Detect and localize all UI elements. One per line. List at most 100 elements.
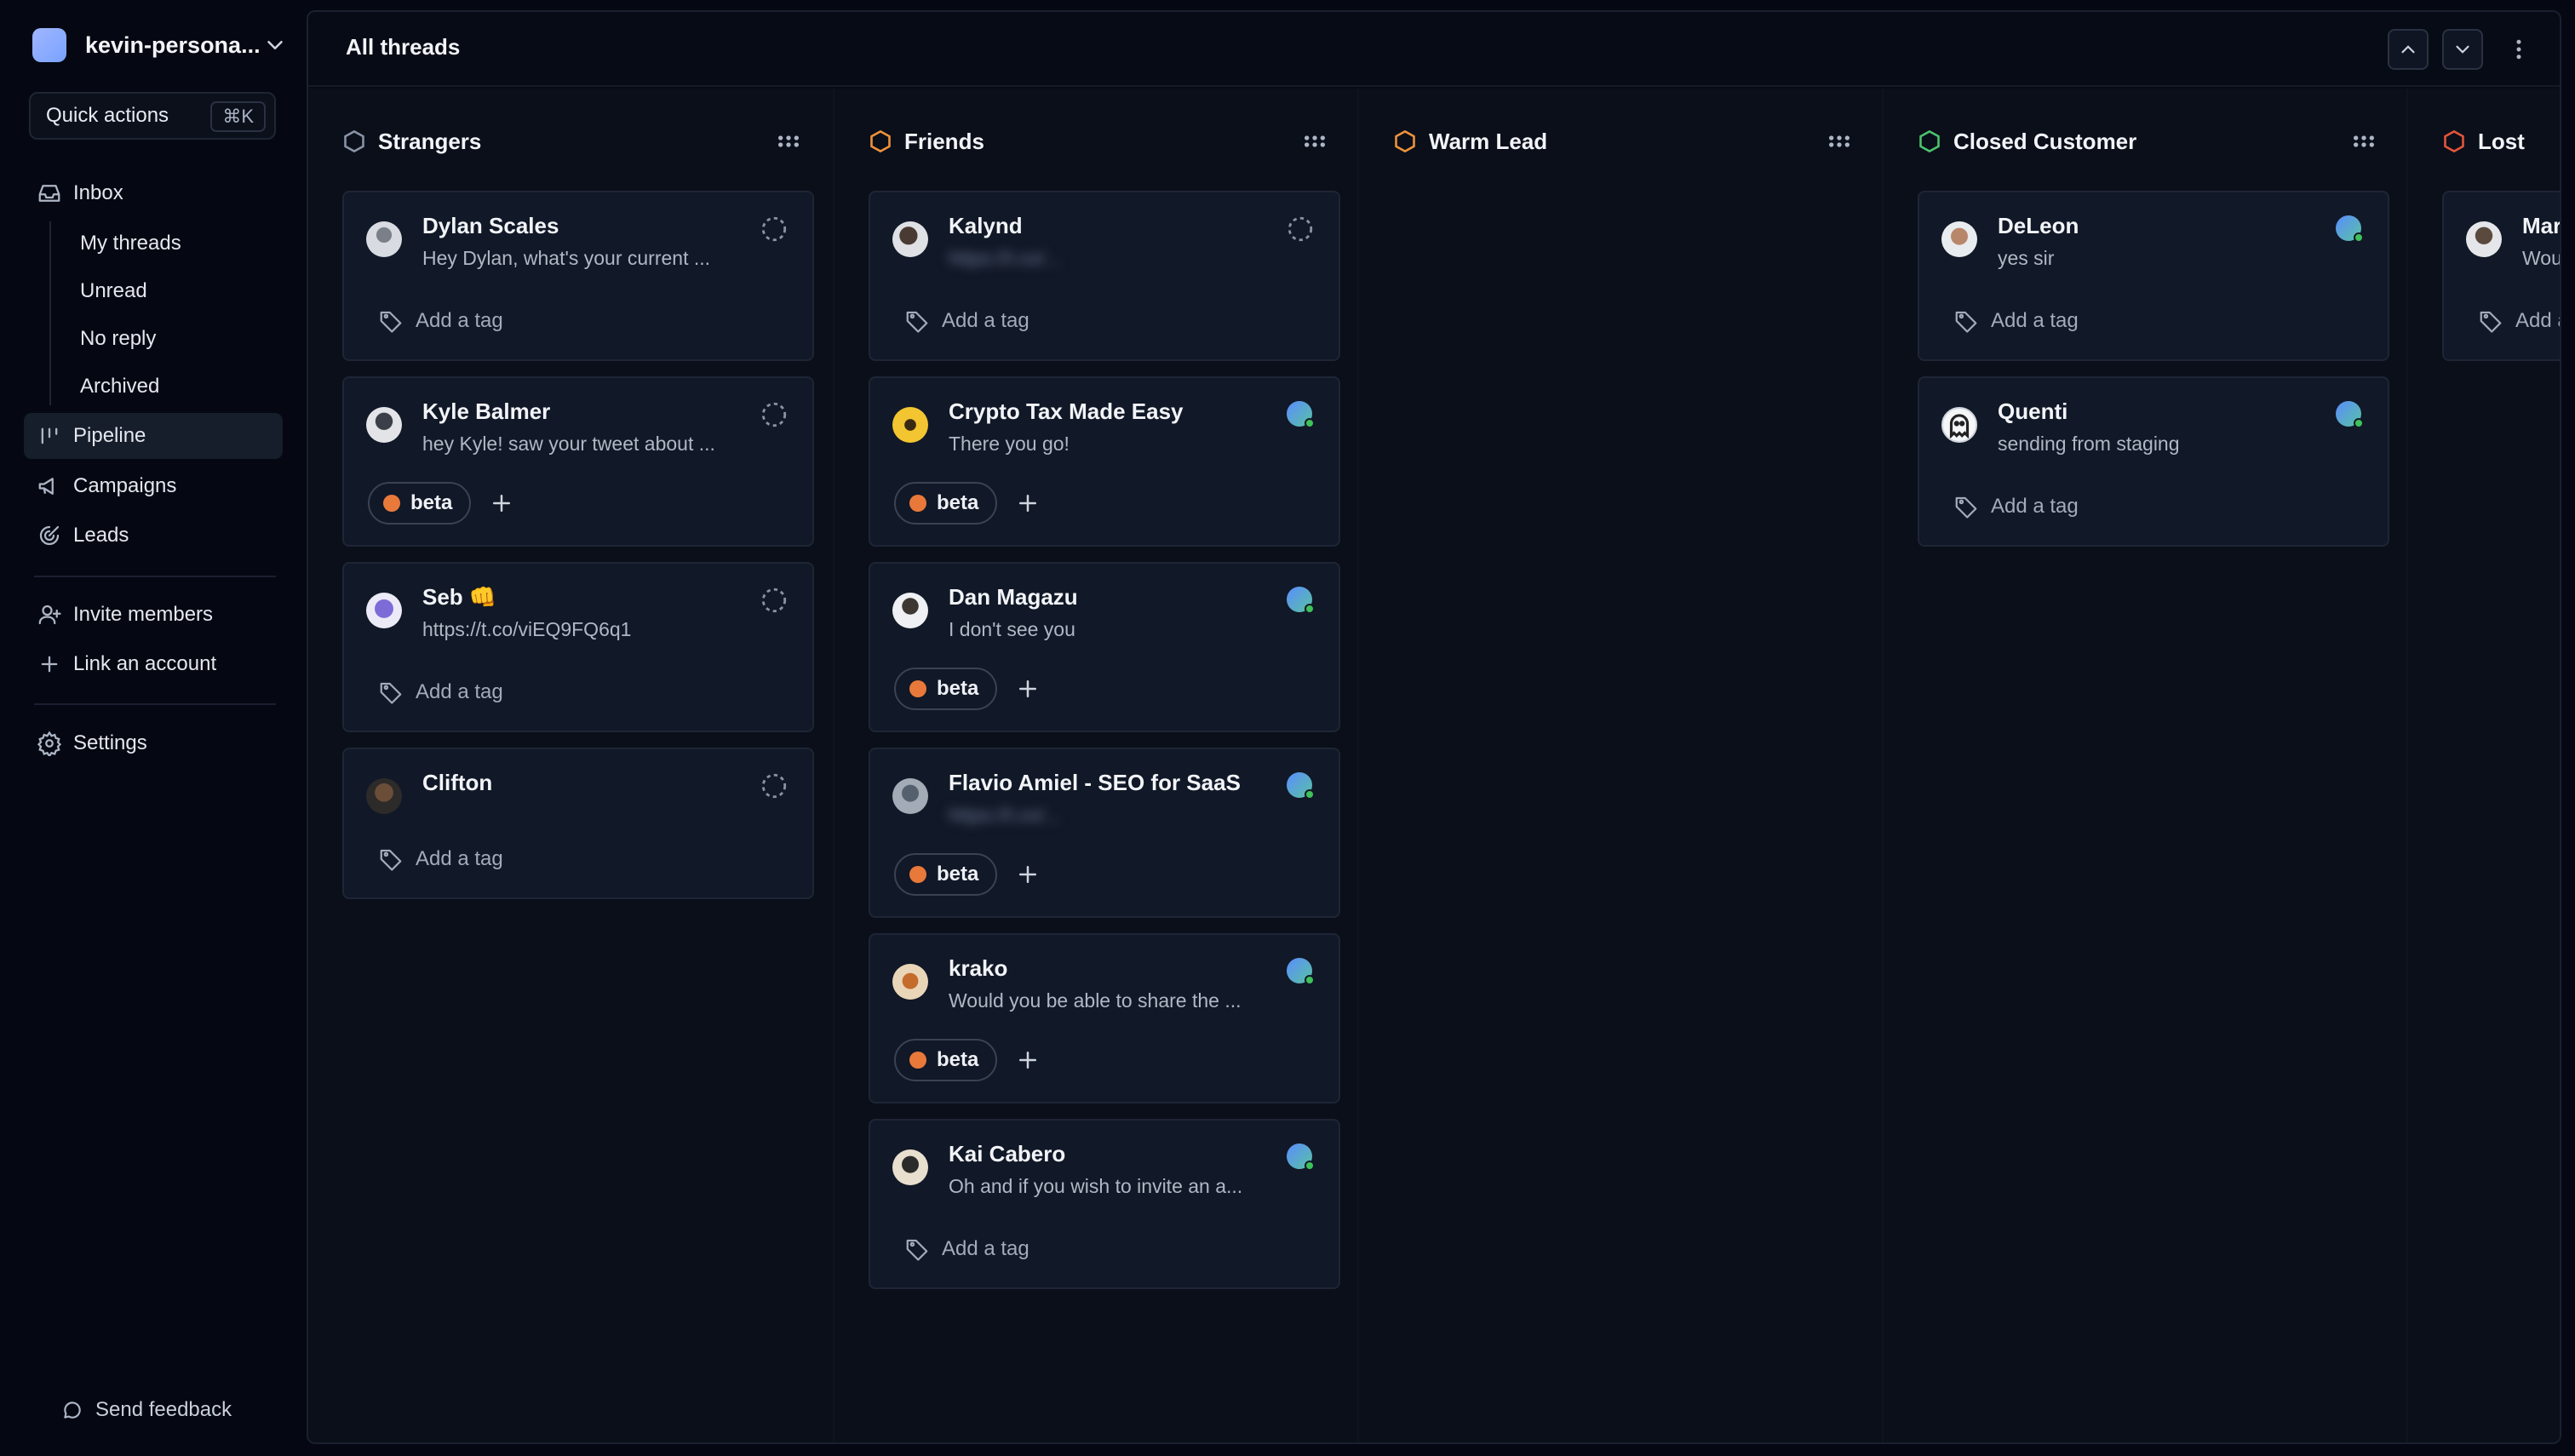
nav-my-threads[interactable]: My threads xyxy=(80,224,181,263)
thread-card[interactable]: Kyle Balmer hey Kyle! saw your tweet abo… xyxy=(342,376,814,547)
nav-leads-label: Leads xyxy=(73,524,129,547)
column-title: Warm Lead xyxy=(1429,128,1548,154)
account-avatar-icon xyxy=(1287,1144,1315,1171)
message-preview: Oh and if you wish to invite an a... xyxy=(949,1175,1243,1197)
message-preview: Hey Dylan, what's your current ... xyxy=(422,247,711,269)
thread-card[interactable]: Quenti sending from staging Add a tag xyxy=(1918,376,2389,547)
nav-unread[interactable]: Unread xyxy=(80,272,147,311)
add-tag-button[interactable]: Add a tag xyxy=(378,846,503,872)
tag-pill-beta[interactable]: beta xyxy=(894,1039,998,1081)
tag-pill-beta[interactable]: beta xyxy=(894,482,998,525)
tag-label: beta xyxy=(410,491,453,514)
thread-card[interactable]: DeLeon yes sir Add a tag xyxy=(1918,191,2389,361)
thread-card[interactable]: krako Would you be able to share the ...… xyxy=(869,933,1340,1103)
nav-archived[interactable]: Archived xyxy=(80,367,159,406)
avatar xyxy=(1941,221,1977,257)
send-feedback-button[interactable]: Send feedback xyxy=(61,1393,232,1427)
thread-card[interactable]: Kalynd https://t.co/... Add a tag xyxy=(869,191,1340,361)
account-avatar-icon xyxy=(2336,401,2364,428)
grip-dots-icon[interactable] xyxy=(1826,128,1853,155)
column-title: Closed Customer xyxy=(1953,128,2137,154)
nav-no-reply[interactable]: No reply xyxy=(80,319,156,358)
plus-icon[interactable] xyxy=(1015,676,1041,702)
plus-icon xyxy=(41,656,58,673)
thread-card[interactable]: Dan Magazu I don't see you beta xyxy=(869,562,1340,732)
message-preview: hey Kyle! saw your tweet about ... xyxy=(422,433,715,455)
grip-dots-icon[interactable] xyxy=(775,128,802,155)
pipeline-board: Strangers Dylan Scales Hey Dylan, what's… xyxy=(308,89,2560,1442)
status-circle-icon[interactable] xyxy=(760,400,789,429)
status-circle-icon[interactable] xyxy=(760,771,789,800)
thread-card[interactable]: Seb 👊 https://t.co/viEQ9FQ6q1 Add a tag xyxy=(342,562,814,732)
tag-dot xyxy=(909,866,926,883)
nav-inbox[interactable]: Inbox xyxy=(24,170,283,216)
message-preview: I don't see you xyxy=(949,618,1075,640)
nav-settings[interactable]: Settings xyxy=(24,720,283,766)
ghost-icon xyxy=(1949,414,1970,439)
contact-name: Kyle Balmer xyxy=(422,398,551,424)
tag-dot xyxy=(383,495,400,512)
nav-campaigns[interactable]: Campaigns xyxy=(24,463,283,509)
nav-inbox-label: Inbox xyxy=(73,181,123,204)
plus-icon[interactable] xyxy=(1015,490,1041,516)
avatar xyxy=(366,778,402,814)
nav-pipeline[interactable]: Pipeline xyxy=(24,413,283,459)
account-avatar-icon xyxy=(1287,587,1315,614)
thread-card[interactable]: Kai Cabero Oh and if you wish to invite … xyxy=(869,1119,1340,1289)
add-tag-button[interactable]: Add a tag xyxy=(1953,494,2079,519)
chevron-down-icon xyxy=(267,41,283,49)
thread-card[interactable]: Crypto Tax Made Easy There you go! beta xyxy=(869,376,1340,547)
tag-pill-beta[interactable]: beta xyxy=(894,668,998,710)
workspace-switcher[interactable]: kevin-persona... xyxy=(32,26,288,65)
plus-icon[interactable] xyxy=(1015,862,1041,887)
add-tag-button[interactable]: Add a tag xyxy=(378,679,503,705)
pipeline-icon xyxy=(41,427,58,444)
grip-dots-icon[interactable] xyxy=(1301,128,1328,155)
contact-name: Dylan Scales xyxy=(422,213,559,238)
contact-name: Seb 👊 xyxy=(422,584,497,610)
hexagon-icon xyxy=(344,129,364,153)
add-tag-button[interactable]: Add a tag xyxy=(1953,308,2079,334)
avatar xyxy=(366,593,402,628)
status-circle-icon[interactable] xyxy=(760,215,789,244)
leads-icon xyxy=(39,525,60,546)
nav-invite-label: Invite members xyxy=(73,603,214,626)
add-tag-label: Add a tag xyxy=(2515,309,2560,332)
add-tag-button[interactable]: Add a tag xyxy=(904,308,1029,334)
nav-link-label: Link an account xyxy=(73,652,217,675)
add-user-icon xyxy=(38,605,61,625)
column-lost: Lost Mar Wou Add a tag xyxy=(2406,89,2560,1442)
tag-pill-beta[interactable]: beta xyxy=(368,482,472,525)
tag-dot xyxy=(909,495,926,512)
gear-icon xyxy=(37,731,62,756)
plus-icon[interactable] xyxy=(1015,1047,1041,1073)
nav-link-account[interactable]: Link an account xyxy=(24,641,283,687)
grip-dots-icon[interactable] xyxy=(2350,128,2377,155)
previous-button[interactable] xyxy=(2388,29,2429,70)
more-options-button[interactable] xyxy=(2498,29,2539,70)
status-circle-icon[interactable] xyxy=(760,586,789,615)
status-circle-icon[interactable] xyxy=(1286,215,1315,244)
add-tag-button[interactable]: Add a tag xyxy=(904,1236,1029,1262)
thread-card[interactable]: Mar Wou Add a tag xyxy=(2442,191,2560,361)
more-vertical-icon xyxy=(2516,39,2521,60)
plus-icon[interactable] xyxy=(489,490,514,516)
nav-invite-members[interactable]: Invite members xyxy=(24,592,283,638)
tag-icon xyxy=(380,849,402,871)
add-tag-button[interactable]: Add a tag xyxy=(378,308,503,334)
add-tag-button[interactable]: Add a tag xyxy=(2478,308,2560,334)
next-button[interactable] xyxy=(2442,29,2483,70)
page-title: All threads xyxy=(346,34,461,60)
thread-card[interactable]: Dylan Scales Hey Dylan, what's your curr… xyxy=(342,191,814,361)
hexagon-icon xyxy=(1919,129,1940,153)
nav-leads[interactable]: Leads xyxy=(24,513,283,559)
tag-pill-beta[interactable]: beta xyxy=(894,853,998,896)
sub-nav-line xyxy=(49,221,51,405)
quick-actions-label: Quick actions xyxy=(46,104,169,127)
tag-icon xyxy=(1955,496,1977,519)
column-strangers: Strangers Dylan Scales Hey Dylan, what's… xyxy=(308,89,833,1442)
quick-actions-button[interactable]: Quick actions ⌘K xyxy=(29,92,276,140)
account-avatar-icon xyxy=(1287,772,1315,800)
thread-card[interactable]: Flavio Amiel - SEO for SaaS https://t.co… xyxy=(869,748,1340,918)
thread-card[interactable]: Clifton Add a tag xyxy=(342,748,814,899)
